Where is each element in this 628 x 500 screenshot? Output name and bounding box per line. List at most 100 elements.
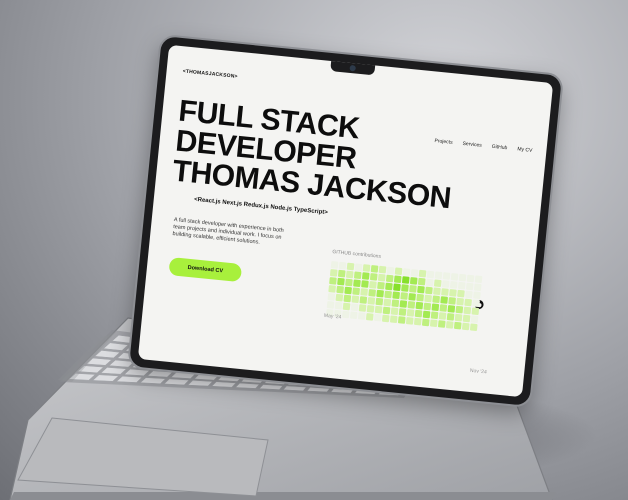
contribution-cell xyxy=(370,265,379,273)
contribution-cell xyxy=(375,297,384,306)
contribution-cell xyxy=(401,276,410,284)
contribution-cell xyxy=(439,304,448,312)
contribution-cell xyxy=(445,321,454,329)
contribution-cell xyxy=(402,268,411,276)
contribution-cell xyxy=(424,294,432,303)
contribution-cell xyxy=(407,301,416,309)
contribution-cell xyxy=(362,264,371,272)
contribution-cell xyxy=(385,282,393,291)
contribution-cell xyxy=(389,315,398,324)
contribution-cell xyxy=(349,311,358,320)
contribution-cell xyxy=(400,292,408,300)
contribution-cell xyxy=(425,286,433,295)
contribution-cell xyxy=(449,289,457,297)
contribution-cell xyxy=(433,287,441,296)
brand-logo[interactable]: <THOMASJACKSON> xyxy=(182,68,238,79)
keyboard-key[interactable] xyxy=(211,381,237,388)
contribution-cell xyxy=(473,283,482,292)
contribution-cell xyxy=(401,284,409,292)
contribution-cell xyxy=(374,305,383,314)
contribution-cell xyxy=(465,282,474,291)
contribution-cell xyxy=(338,261,347,270)
contribution-cell xyxy=(361,280,369,288)
contribution-cell xyxy=(434,271,443,280)
contribution-cell xyxy=(377,273,386,282)
contribution-cell xyxy=(414,309,423,318)
deck-front-edge xyxy=(10,492,556,500)
contribution-cell xyxy=(440,296,448,304)
contribution-cell xyxy=(373,313,382,322)
contribution-cell xyxy=(358,304,367,312)
contribution-cell xyxy=(448,297,456,305)
keyboard-key[interactable] xyxy=(187,380,213,387)
contribution-cell xyxy=(433,279,442,288)
contribution-cell xyxy=(430,311,439,320)
contribution-cell xyxy=(417,277,426,286)
contribution-cell xyxy=(390,307,399,316)
contribution-cell xyxy=(351,295,360,304)
contribution-cell xyxy=(350,303,359,312)
contribution-cell xyxy=(423,302,432,311)
contribution-cell xyxy=(329,269,338,277)
contribution-cell xyxy=(393,275,402,284)
scene: <THOMASJACKSON> Projects Services GitHub… xyxy=(0,0,628,500)
contribution-cell xyxy=(335,293,344,302)
contribution-cell xyxy=(442,272,451,280)
contribution-cell xyxy=(337,269,346,278)
contribution-cell xyxy=(352,287,360,296)
contribution-cell xyxy=(360,288,368,296)
contribution-cell xyxy=(384,290,392,299)
contribution-cell xyxy=(369,273,378,281)
contribution-cell xyxy=(346,262,355,271)
grid-start-month: May '24 xyxy=(323,312,342,321)
contribution-cell xyxy=(329,277,337,285)
keyboard-key[interactable] xyxy=(235,382,260,389)
contribution-cell xyxy=(382,306,391,315)
contribution-cell xyxy=(470,315,479,324)
contribution-cell xyxy=(409,285,417,293)
contribution-cell xyxy=(337,277,345,286)
contribution-cell xyxy=(441,288,449,296)
contribution-cell xyxy=(409,277,418,285)
contribution-cell xyxy=(457,281,466,290)
contribution-cell xyxy=(457,289,465,298)
contribution-cell xyxy=(398,308,407,316)
contribution-cell xyxy=(354,263,363,272)
contribution-cell xyxy=(472,299,480,308)
bio-text: A full stack developer with experience i… xyxy=(172,217,284,246)
contribution-cell xyxy=(447,305,456,313)
contribution-cell xyxy=(353,271,362,280)
contribution-cell xyxy=(415,301,424,310)
contribution-cell xyxy=(466,274,475,283)
contribution-cell xyxy=(336,285,344,294)
contribution-cell xyxy=(353,279,361,288)
contribution-cell xyxy=(406,309,415,317)
contribution-cell xyxy=(431,303,440,312)
contribution-cell xyxy=(469,323,478,332)
contribution-cell xyxy=(465,290,473,299)
contribution-cell xyxy=(416,293,424,302)
contribution-cell xyxy=(426,270,435,279)
contribution-cell xyxy=(456,297,464,306)
contribution-cell xyxy=(377,281,385,290)
contribution-cell xyxy=(369,281,377,289)
contribution-cell xyxy=(330,261,339,269)
contribution-cell xyxy=(328,285,336,293)
grid-end-month: Nov '24 xyxy=(469,367,487,376)
contribution-cell xyxy=(421,318,430,327)
contribution-cell xyxy=(391,299,400,308)
contribution-cell xyxy=(378,265,387,274)
contribution-cell xyxy=(449,281,458,289)
camera-icon xyxy=(349,64,356,72)
contribution-cell xyxy=(327,293,336,301)
download-cv-button[interactable]: Download CV xyxy=(168,257,243,283)
contribution-cell xyxy=(429,319,438,328)
contribution-cell xyxy=(438,312,447,320)
contribution-cell xyxy=(393,283,401,292)
contribution-cell xyxy=(413,317,422,326)
contribution-cell xyxy=(458,273,467,282)
contribution-cell xyxy=(446,313,455,321)
keyboard-key[interactable] xyxy=(258,384,284,390)
contribution-cell xyxy=(422,310,431,319)
github-contributions-label: GITHUB contributions xyxy=(332,249,382,260)
